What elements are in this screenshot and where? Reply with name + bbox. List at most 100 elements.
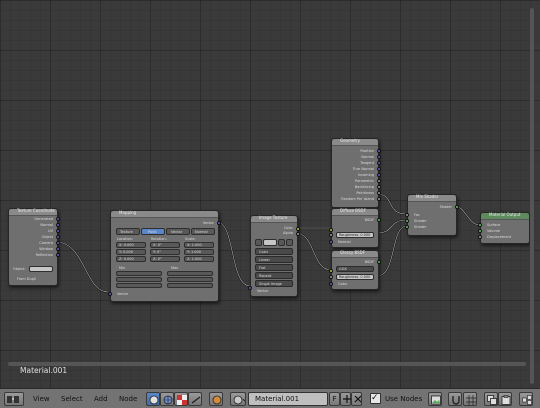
add-material-button[interactable] bbox=[340, 392, 351, 406]
output-socket[interactable] bbox=[296, 232, 300, 236]
min-checkbox[interactable]: Min bbox=[119, 266, 125, 270]
object-field[interactable] bbox=[29, 266, 53, 272]
snap-toggle-button[interactable] bbox=[448, 392, 462, 406]
from-dupli-checkbox[interactable]: From Dupli bbox=[17, 277, 36, 281]
input-socket[interactable] bbox=[329, 228, 333, 232]
node-header[interactable]: Material Output bbox=[481, 212, 529, 220]
input-socket[interactable] bbox=[329, 233, 333, 237]
rotation-y-field[interactable]: Y: 0° bbox=[150, 249, 180, 255]
image-extra-button[interactable] bbox=[286, 239, 293, 246]
output-socket[interactable] bbox=[377, 161, 381, 165]
output-socket[interactable] bbox=[217, 221, 221, 225]
copy-nodes-button[interactable] bbox=[484, 392, 498, 406]
output-socket[interactable] bbox=[377, 179, 381, 183]
texture-coordinate-node[interactable]: Texture Coordinate Generated Normal UV O… bbox=[8, 208, 60, 286]
node-header[interactable]: Texture Coordinate bbox=[9, 208, 57, 216]
material-browse-button[interactable] bbox=[230, 392, 246, 406]
menu-select[interactable]: Select bbox=[61, 392, 83, 406]
projection-dropdown[interactable]: Flat bbox=[255, 264, 293, 271]
node-tree-parent-button[interactable] bbox=[519, 392, 533, 406]
color-space-dropdown[interactable]: Color bbox=[255, 248, 293, 255]
output-socket[interactable] bbox=[56, 217, 60, 221]
input-socket[interactable] bbox=[248, 286, 252, 290]
output-socket[interactable] bbox=[377, 185, 381, 189]
output-socket[interactable] bbox=[377, 218, 381, 222]
image-texture-node[interactable]: Image Texture Color Alpha Color Linear F… bbox=[248, 215, 300, 297]
scale-z-field[interactable]: Z: 1.000 bbox=[184, 256, 214, 262]
max-x-field[interactable] bbox=[167, 271, 213, 276]
output-socket[interactable] bbox=[377, 260, 381, 264]
menu-add[interactable]: Add bbox=[94, 392, 108, 406]
geometry-node[interactable]: Geometry Position Normal Tangent True No… bbox=[331, 138, 381, 208]
location-z-field[interactable]: Z: 0.000 bbox=[116, 256, 146, 262]
output-socket[interactable] bbox=[56, 223, 60, 227]
input-socket[interactable] bbox=[478, 235, 482, 239]
min-x-field[interactable] bbox=[116, 271, 162, 276]
max-checkbox[interactable]: Max bbox=[171, 266, 178, 270]
node-header[interactable]: Image Texture bbox=[251, 215, 297, 223]
object-shader-toggle[interactable] bbox=[209, 392, 223, 406]
location-x-field[interactable]: X: 0.000 bbox=[116, 242, 146, 248]
node-editor-canvas[interactable]: Texture Coordinate Generated Normal UV O… bbox=[0, 0, 540, 388]
extension-dropdown[interactable]: Repeat bbox=[255, 272, 293, 279]
mode-normal-button[interactable]: Normal bbox=[191, 228, 215, 235]
input-socket[interactable] bbox=[405, 225, 409, 229]
input-socket[interactable] bbox=[329, 275, 333, 279]
editor-type-button[interactable] bbox=[4, 392, 24, 406]
node-header[interactable]: Geometry bbox=[332, 138, 378, 146]
roughness-field[interactable]: Roughness: 0.000 bbox=[336, 274, 374, 280]
distribution-dropdown[interactable]: GGX bbox=[336, 266, 374, 272]
output-socket[interactable] bbox=[56, 247, 60, 251]
input-socket[interactable] bbox=[329, 269, 333, 273]
min-z-field[interactable] bbox=[116, 283, 162, 288]
output-socket[interactable] bbox=[377, 155, 381, 159]
scale-x-field[interactable]: X: 1.000 bbox=[184, 242, 214, 248]
input-socket[interactable] bbox=[478, 229, 482, 233]
menu-view[interactable]: View bbox=[33, 392, 50, 406]
mode-vector-button[interactable]: Vector bbox=[166, 228, 190, 235]
input-socket[interactable] bbox=[405, 213, 409, 217]
output-socket[interactable] bbox=[377, 167, 381, 171]
image-open-button[interactable] bbox=[278, 239, 285, 246]
mix-shader-node[interactable]: Mix Shader Shader Fac Shader Shader bbox=[405, 194, 459, 236]
output-socket[interactable] bbox=[56, 253, 60, 257]
min-y-field[interactable] bbox=[116, 277, 162, 282]
source-dropdown[interactable]: Single Image bbox=[255, 280, 293, 287]
output-socket[interactable] bbox=[56, 241, 60, 245]
node-header[interactable]: Mapping bbox=[111, 210, 218, 218]
input-socket[interactable] bbox=[405, 219, 409, 223]
image-browse-button[interactable] bbox=[255, 239, 262, 246]
output-socket[interactable] bbox=[377, 149, 381, 153]
shader-type-texture-button[interactable] bbox=[174, 392, 188, 406]
backdrop-toggle-button[interactable] bbox=[428, 392, 442, 406]
material-name-field[interactable]: Material.001 bbox=[248, 392, 328, 406]
vertical-scrollbar[interactable] bbox=[530, 8, 534, 384]
mapping-node[interactable]: Mapping Vector Texture Point Vector Norm… bbox=[108, 210, 221, 302]
output-socket[interactable] bbox=[56, 229, 60, 233]
output-socket[interactable] bbox=[56, 235, 60, 239]
input-socket[interactable] bbox=[108, 292, 112, 296]
paste-nodes-button[interactable] bbox=[498, 392, 512, 406]
input-socket[interactable] bbox=[329, 240, 333, 244]
menu-node[interactable]: Node bbox=[119, 392, 137, 406]
fake-user-button[interactable]: F bbox=[329, 392, 340, 406]
max-y-field[interactable] bbox=[167, 277, 213, 282]
output-socket[interactable] bbox=[377, 173, 381, 177]
output-socket[interactable] bbox=[455, 205, 459, 209]
rotation-z-field[interactable]: Z: 0° bbox=[150, 256, 180, 262]
horizontal-scrollbar[interactable] bbox=[8, 362, 526, 366]
location-y-field[interactable]: Y: 0.000 bbox=[116, 249, 146, 255]
output-socket[interactable] bbox=[377, 191, 381, 195]
input-socket[interactable] bbox=[329, 282, 333, 286]
node-header[interactable]: Mix Shader bbox=[408, 194, 456, 202]
max-z-field[interactable] bbox=[167, 283, 213, 288]
shader-type-object-button[interactable] bbox=[146, 392, 160, 406]
input-socket[interactable] bbox=[478, 223, 482, 227]
node-header[interactable]: Diffuse BSDF bbox=[332, 208, 378, 216]
shader-type-world-button[interactable] bbox=[160, 392, 174, 406]
image-new-button[interactable] bbox=[263, 239, 277, 246]
snap-element-button[interactable] bbox=[463, 392, 477, 406]
material-output-node[interactable]: Material Output Surface Volume Displacem… bbox=[478, 212, 530, 244]
roughness-field[interactable]: Roughness: 0.000 bbox=[336, 232, 374, 238]
scale-y-field[interactable]: Y: 1.000 bbox=[184, 249, 214, 255]
